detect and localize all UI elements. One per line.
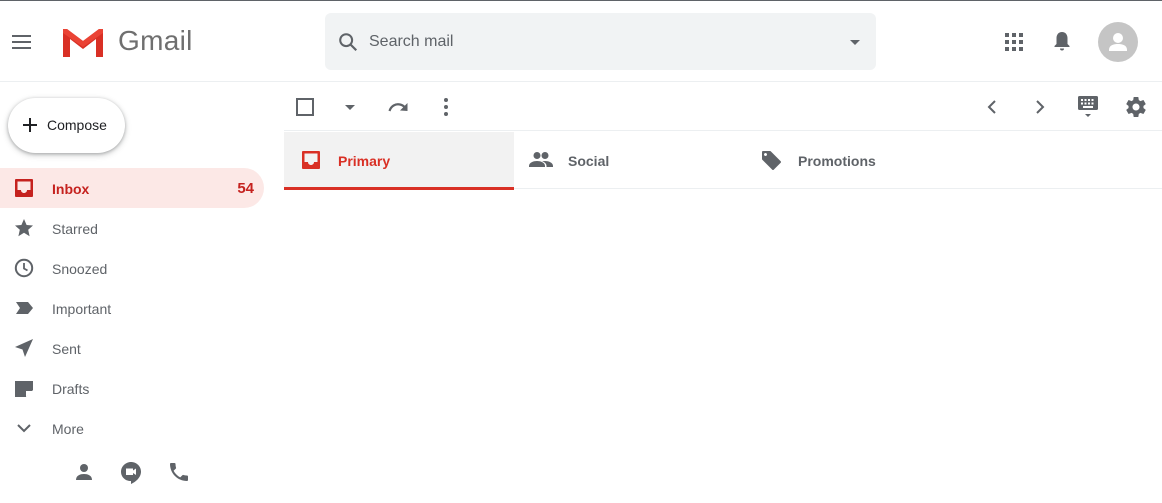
compose-button[interactable]: Compose	[8, 98, 125, 153]
sidebar-item-important[interactable]: Important	[0, 288, 264, 328]
mail-toolbar	[284, 83, 1162, 131]
app-name: Gmail	[118, 25, 193, 56]
select-dropdown-icon[interactable]	[338, 95, 362, 119]
contact-person-icon[interactable]	[72, 460, 96, 484]
compose-label: Compose	[47, 117, 107, 133]
sidebar-item-sent[interactable]: Sent	[0, 328, 264, 368]
account-avatar[interactable]	[1098, 22, 1138, 62]
more-vertical-icon[interactable]	[434, 95, 458, 119]
search-options-dropdown-icon[interactable]	[847, 34, 863, 50]
gmail-logo-icon[interactable]	[60, 25, 106, 59]
draft-icon	[15, 381, 33, 397]
star-icon	[15, 219, 33, 237]
sidebar-item-label: Snoozed	[52, 261, 108, 277]
main-menu-icon[interactable]	[8, 27, 36, 55]
sidebar-item-snoozed[interactable]: Snoozed	[0, 248, 264, 288]
tab-primary[interactable]: Primary	[284, 132, 514, 190]
clock-icon	[14, 258, 34, 278]
tag-icon	[762, 151, 781, 170]
plus-icon	[23, 118, 37, 132]
people-icon	[529, 152, 553, 167]
search-icon[interactable]	[337, 31, 359, 53]
settings-gear-icon[interactable]	[1124, 95, 1148, 119]
send-icon	[15, 339, 33, 357]
select-all-checkbox[interactable]	[293, 95, 317, 119]
top-header: Gmail	[0, 1, 1162, 82]
sidebar-item-starred[interactable]: Starred	[0, 208, 264, 248]
sidebar-item-drafts[interactable]: Drafts	[0, 368, 264, 408]
sidebar-nav: Inbox 54 Starred Snoozed Important Sent …	[0, 168, 264, 448]
tab-label: Promotions	[798, 153, 876, 169]
inbox-icon	[302, 151, 320, 169]
video-call-icon[interactable]	[119, 460, 143, 484]
older-chevron-right-icon[interactable]	[1028, 95, 1052, 119]
keyboard-icon[interactable]	[1076, 93, 1100, 121]
person-avatar-icon	[1109, 33, 1127, 51]
sidebar-item-label: Important	[52, 301, 112, 317]
tab-promotions[interactable]: Promotions	[744, 132, 974, 189]
category-tabs: Primary Social Promotions	[284, 132, 1162, 190]
inbox-icon	[15, 179, 33, 197]
refresh-icon[interactable]	[386, 95, 410, 119]
hangouts-bar	[72, 460, 202, 484]
search-input[interactable]	[369, 23, 829, 60]
apps-grid-icon[interactable]	[1003, 31, 1025, 53]
sidebar-item-more[interactable]: More	[0, 408, 264, 448]
sidebar-item-inbox[interactable]: Inbox 54	[0, 168, 264, 208]
important-icon	[16, 302, 33, 314]
notifications-bell-icon[interactable]	[1050, 29, 1074, 53]
sidebar-item-label: Drafts	[52, 381, 90, 397]
chevron-down-icon	[17, 424, 31, 433]
phone-call-icon[interactable]	[167, 460, 191, 484]
tab-label: Primary	[338, 153, 391, 169]
sidebar-item-label: Sent	[52, 341, 81, 357]
newer-chevron-left-icon[interactable]	[980, 95, 1004, 119]
sidebar-item-label: Inbox	[52, 181, 90, 197]
sidebar-item-label: More	[52, 421, 84, 437]
tab-label: Social	[568, 153, 610, 169]
sidebar-item-label: Starred	[52, 221, 98, 237]
tab-social[interactable]: Social	[514, 132, 744, 189]
unread-count-badge: 54	[237, 180, 254, 197]
search-bar	[325, 13, 876, 70]
